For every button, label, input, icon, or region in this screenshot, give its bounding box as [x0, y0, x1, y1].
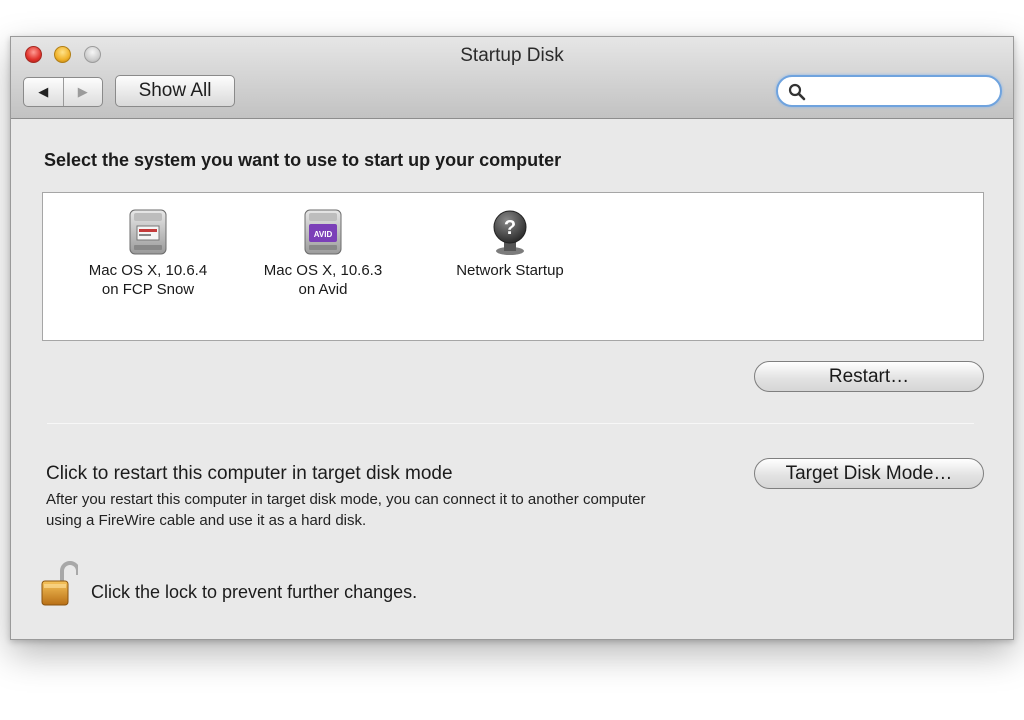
target-disk-mode-title: Click to restart this computer in target… [46, 463, 453, 484]
show-all-button[interactable]: Show All [115, 75, 235, 107]
svg-text:?: ? [504, 217, 516, 239]
disk-label: Network Startup [456, 262, 564, 279]
section-divider [47, 423, 974, 424]
back-forward-control: ◀ ▶ [23, 77, 103, 107]
preferences-window: Startup Disk ◀ ▶ Show All Select the sys… [10, 36, 1014, 640]
target-disk-mode-button[interactable]: Target Disk Mode… [754, 458, 984, 489]
forward-button[interactable]: ▶ [62, 78, 103, 106]
search-icon [788, 83, 806, 101]
avid-drive-icon: AVID [304, 209, 342, 255]
network-startup-icon: ? [493, 210, 527, 255]
search-field[interactable] [776, 75, 1002, 107]
disk-label: Mac OS X, 10.6.3 on Avid [263, 262, 383, 298]
target-disk-mode-description: After you restart this computer in targe… [46, 491, 646, 529]
window-titlebar: Startup Disk ◀ ▶ Show All [11, 37, 1013, 119]
forward-arrow-icon: ▶ [77, 84, 88, 99]
page-heading: Select the system you want to use to sta… [44, 150, 562, 170]
back-button[interactable]: ◀ [24, 78, 63, 106]
back-arrow-icon: ◀ [38, 84, 49, 99]
restart-button[interactable]: Restart… [754, 361, 984, 392]
search-input[interactable] [810, 81, 990, 101]
disk-item-avid[interactable]: AVID Mac OS X, 10.6.3 on Avid [238, 207, 408, 299]
lock-status-text: Click the lock to prevent further change… [91, 582, 418, 602]
window-title: Startup Disk [460, 45, 564, 66]
lock-icon[interactable] [40, 561, 78, 607]
startup-disk-list: Mac OS X, 10.6.4 on FCP Snow AVID Mac OS… [42, 192, 984, 341]
hard-drive-icon [129, 209, 167, 255]
svg-text:AVID: AVID [314, 230, 333, 239]
disk-item-network-startup[interactable]: ? Network Startup [425, 207, 595, 280]
disk-label: Mac OS X, 10.6.4 on FCP Snow [88, 262, 208, 298]
disk-item-fcp-snow[interactable]: Mac OS X, 10.6.4 on FCP Snow [63, 207, 233, 299]
